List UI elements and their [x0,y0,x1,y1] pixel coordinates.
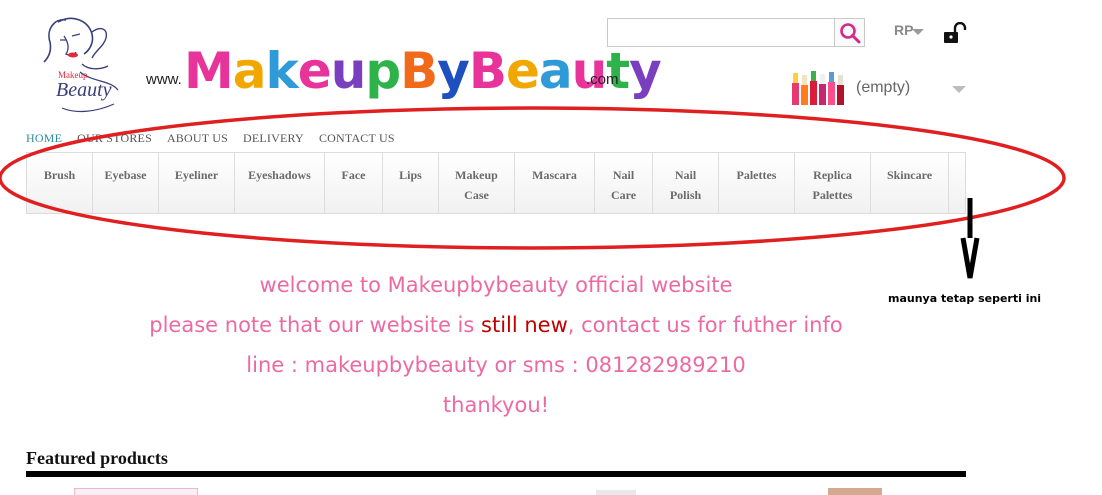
welcome-line-2-end: , contact us for futher info [567,313,843,337]
search-button[interactable] [834,18,865,47]
logo-dotcom-text[interactable]: .com [586,71,619,88]
category-mascara[interactable]: Mascara [515,153,595,213]
welcome-line-2: please note that our website is still ne… [0,308,992,348]
product-thumbnail[interactable] [828,488,882,495]
category-eyeliner[interactable]: Eyeliner [159,153,235,213]
featured-products-heading: Featured products [26,448,168,468]
category-palettes[interactable]: Palettes [719,153,795,213]
cart-status[interactable]: (empty) [856,79,910,97]
currency-selector[interactable]: RP [894,22,913,38]
cart-chevron-down-icon[interactable] [952,86,966,93]
currency-chevron-down-icon[interactable] [912,29,924,35]
brand-letter: M [184,42,234,100]
category-makeup-case[interactable]: Makeup Case [439,153,515,213]
svg-text:Beauty: Beauty [56,79,112,101]
logo-figure-icon[interactable]: Makeup Beauty [36,12,128,122]
search-input[interactable] [607,18,836,47]
welcome-line-2-start: please note that our website is [149,313,482,337]
welcome-line-4: thankyou! [442,393,550,417]
category-lips[interactable]: Lips [383,153,439,213]
brand-letter: p [365,42,401,100]
brand-letter: B [400,42,438,100]
featured-divider [26,471,966,477]
brand-letter: k [265,42,299,100]
nav-link-our-stores[interactable]: OUR STORES [77,131,152,146]
welcome-still-new: still new [481,313,568,337]
brand-letter: B [468,42,507,100]
category-skincare[interactable]: Skincare [871,153,949,213]
brand-letter: y [629,42,662,100]
brand-letter: a [232,42,267,100]
product-thumbnail[interactable] [596,490,636,495]
brand-letter: e [297,42,332,100]
welcome-line-1: welcome to Makeupbybeauty official websi… [259,273,733,297]
welcome-message: welcome to Makeupbybeauty official websi… [0,268,992,428]
cart-lipstick-icon[interactable] [790,63,846,107]
welcome-line-3: line : makeupbybeauty or sms : 081282989… [246,353,746,377]
product-thumbnail[interactable] [74,488,198,495]
category-menu-bar: Brush Eyebase Eyeliner Eyeshadows Face Lips Ma… [26,152,966,214]
category-eyeshadows[interactable]: Eyeshadows [235,153,325,213]
brand-letter: e [505,42,540,100]
nav-link-about-us[interactable]: ABOUT US [167,131,228,146]
nav-link-contact-us[interactable]: CONTACT US [319,131,395,146]
category-eyebase[interactable]: Eyebase [93,153,159,213]
category-nail-care[interactable]: Nail Care [595,153,653,213]
category-face[interactable]: Face [325,153,383,213]
search-icon [839,22,860,43]
nav-link-delivery[interactable]: DELIVERY [243,131,304,146]
top-navigation: HOME OUR STORES ABOUT US DELIVERY CONTACT US [26,131,395,146]
nav-link-home[interactable]: HOME [26,131,62,146]
category-brush[interactable]: Brush [27,153,93,213]
brand-letter: y [437,42,470,100]
logo-www-text[interactable]: www. [146,71,182,88]
category-nail-polish[interactable]: Nail Polish [653,153,719,213]
unlocked-padlock-icon[interactable] [942,22,968,44]
brand-letter: u [330,42,367,100]
category-replica-palettes[interactable]: Replica Palettes [795,153,871,213]
brand-letter: a [538,42,573,100]
